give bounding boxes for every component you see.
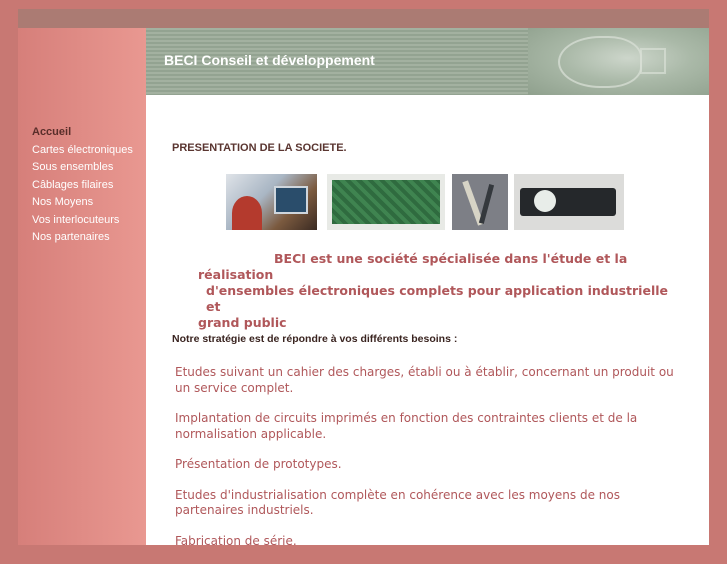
- list-item: Etudes suivant un cahier des charges, ét…: [175, 365, 674, 395]
- nav-item-accueil[interactable]: Accueil: [32, 124, 133, 142]
- list-item: Fabrication de série.: [175, 533, 297, 548]
- intro-text: BECI est une société spécialisée dans l'…: [198, 251, 678, 331]
- device-display-shape: [534, 190, 556, 212]
- photo-device: [514, 174, 624, 230]
- sidebar-nav: Accueil Cartes électroniques Sous ensemb…: [32, 124, 133, 247]
- site-title: BECI Conseil et développement: [164, 52, 375, 68]
- intro-line: grand public: [198, 315, 287, 330]
- intro-line: d'ensembles électroniques complets pour …: [206, 283, 668, 314]
- component-shape: [478, 184, 495, 224]
- list-item: Présentation de prototypes.: [175, 457, 342, 471]
- header-banner: BECI Conseil et développement: [146, 28, 709, 95]
- list-item: Etudes d'industrialisation complète en c…: [175, 487, 620, 518]
- bulb-glass-shape: [558, 36, 642, 88]
- nav-item-cablages-filaires[interactable]: Câblages filaires: [32, 177, 133, 195]
- top-bar: [18, 9, 709, 28]
- pcb-shape: [332, 180, 440, 224]
- nav-item-cartes-electroniques[interactable]: Cartes électroniques: [32, 142, 133, 160]
- services-list: Etudes suivant un cahier des charges, ét…: [175, 365, 680, 564]
- bulb-base-shape: [640, 48, 666, 74]
- nav-item-sous-ensembles[interactable]: Sous ensembles: [32, 159, 133, 177]
- photo-components: [452, 174, 508, 230]
- main-content: PRESENTATION DE LA SOCIETE. BECI est une…: [146, 95, 709, 548]
- monitor-shape: [274, 186, 308, 214]
- strategy-heading: Notre stratégie est de répondre à vos di…: [172, 333, 458, 345]
- sidebar: [18, 28, 146, 545]
- intro-line: réalisation: [198, 267, 274, 282]
- photo-engineer-at-computer: [226, 174, 317, 230]
- list-item: Implantation de circuits imprimés en fon…: [175, 411, 638, 441]
- nav-item-nos-partenaires[interactable]: Nos partenaires: [32, 229, 133, 247]
- lightbulb-image: [528, 28, 709, 95]
- intro-line: BECI est une société spécialisée dans l'…: [274, 251, 628, 266]
- page-heading: PRESENTATION DE LA SOCIETE.: [172, 142, 347, 154]
- nav-item-vos-interlocuteurs[interactable]: Vos interlocuteurs: [32, 212, 133, 230]
- photo-circuit-board: [327, 174, 445, 230]
- person-shape: [232, 196, 262, 230]
- nav-item-nos-moyens[interactable]: Nos Moyens: [32, 194, 133, 212]
